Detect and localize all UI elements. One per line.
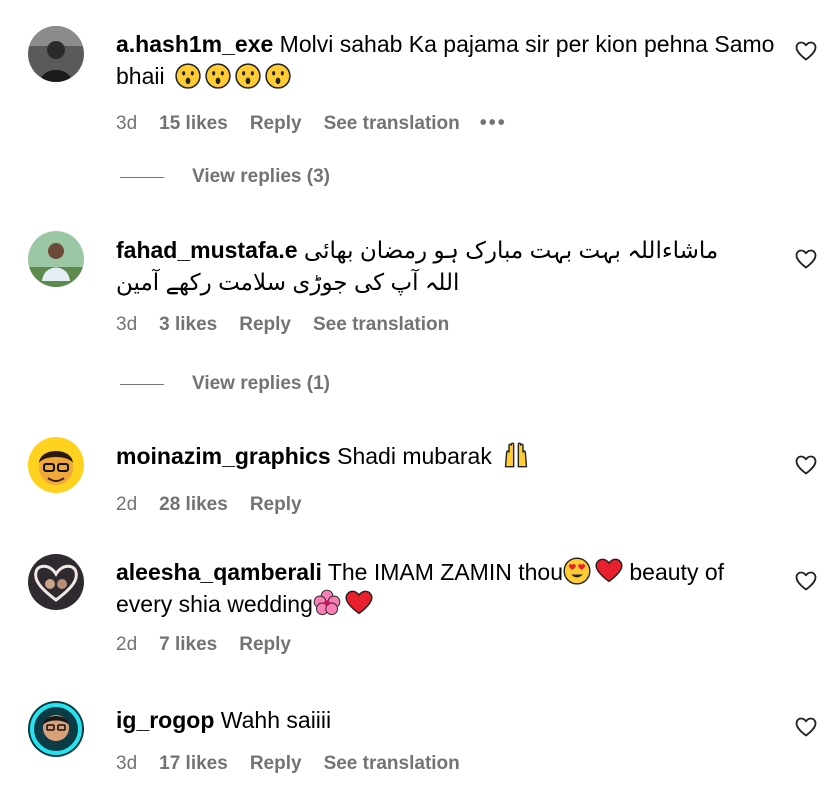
raising-hands-icon: [504, 442, 528, 468]
reply-button[interactable]: Reply: [250, 753, 302, 775]
likes-count[interactable]: 7 likes: [159, 634, 217, 656]
reply-button[interactable]: Reply: [250, 494, 302, 516]
username[interactable]: a.hash1m_exe: [116, 31, 273, 57]
avatar[interactable]: [28, 554, 84, 610]
reply-button[interactable]: Reply: [239, 634, 291, 656]
likes-count[interactable]: 3 likes: [159, 314, 217, 336]
heart-outline-icon[interactable]: [795, 454, 817, 476]
avatar[interactable]: [28, 437, 84, 493]
heart-outline-icon[interactable]: [795, 570, 817, 592]
view-replies-button[interactable]: View replies (1): [120, 373, 330, 395]
comment-body: ماشاءاللہ بہت بہت مبارک ہو رمضان بھائی: [303, 237, 719, 263]
comment-text: a.hash1m_exe Molvi sahab Ka pajama sir p…: [116, 28, 776, 92]
timestamp[interactable]: 2d: [116, 494, 137, 516]
comment-meta: 3d 17 likes Reply See translation: [116, 753, 776, 775]
timestamp[interactable]: 3d: [116, 753, 137, 775]
see-translation-button[interactable]: See translation: [324, 113, 460, 135]
comment-meta: 2d 28 likes Reply: [116, 494, 776, 516]
timestamp[interactable]: 2d: [116, 634, 137, 656]
emoji-group: [171, 63, 291, 89]
avatar[interactable]: [28, 701, 84, 757]
view-replies-button[interactable]: View replies (3): [120, 166, 330, 188]
comment-text: aleesha_qamberali The IMAM ZAMIN thou be…: [116, 556, 776, 620]
red-heart-icon: [345, 590, 373, 615]
see-translation-button[interactable]: See translation: [313, 314, 449, 336]
comment-text: ig_rogop Wahh saiiii: [116, 704, 776, 736]
username[interactable]: ig_rogop: [116, 707, 214, 733]
hushed-face-icon: [205, 63, 231, 89]
avatar[interactable]: [28, 231, 84, 287]
username[interactable]: fahad_mustafa.e: [116, 237, 298, 263]
hushed-face-icon: [265, 63, 291, 89]
view-replies-label: View replies (1): [192, 373, 330, 394]
see-translation-button[interactable]: See translation: [324, 753, 460, 775]
red-heart-icon: [595, 558, 623, 583]
divider-line: [120, 176, 164, 178]
timestamp[interactable]: 3d: [116, 113, 137, 135]
comment-meta: 3d 3 likes Reply See translation: [116, 314, 776, 336]
comment-body: Shadi mubarak: [337, 443, 492, 469]
comment-text: fahad_mustafa.e ماشاءاللہ بہت بہت مبارک …: [116, 234, 776, 298]
username[interactable]: aleesha_qamberali: [116, 559, 322, 585]
hushed-face-icon: [235, 63, 261, 89]
likes-count[interactable]: 28 likes: [159, 494, 228, 516]
heart-outline-icon[interactable]: [795, 248, 817, 270]
hushed-face-icon: [175, 63, 201, 89]
divider-line: [120, 383, 164, 385]
comment-meta: 2d 7 likes Reply: [116, 634, 776, 656]
heart-outline-icon[interactable]: [795, 716, 817, 738]
comment-meta: 3d 15 likes Reply See translation •••: [116, 112, 776, 135]
more-options-icon[interactable]: •••: [480, 112, 507, 135]
comment-text: moinazim_graphics Shadi mubarak: [116, 440, 776, 472]
comment-body-line2: اللہ آپ کی جوڑی سلامت رکھے آمین: [116, 269, 460, 295]
username[interactable]: moinazim_graphics: [116, 443, 331, 469]
comment-body: The IMAM ZAMIN thou: [327, 559, 563, 585]
view-replies-label: View replies (3): [192, 166, 330, 187]
avatar[interactable]: [28, 26, 84, 82]
heart-outline-icon[interactable]: [795, 40, 817, 62]
hibiscus-icon: [313, 589, 341, 616]
likes-count[interactable]: 17 likes: [159, 753, 228, 775]
reply-button[interactable]: Reply: [239, 314, 291, 336]
heart-eyes-face-icon: [563, 557, 591, 585]
timestamp[interactable]: 3d: [116, 314, 137, 336]
likes-count[interactable]: 15 likes: [159, 113, 228, 135]
comment-body: Wahh saiiii: [220, 707, 332, 733]
reply-button[interactable]: Reply: [250, 113, 302, 135]
